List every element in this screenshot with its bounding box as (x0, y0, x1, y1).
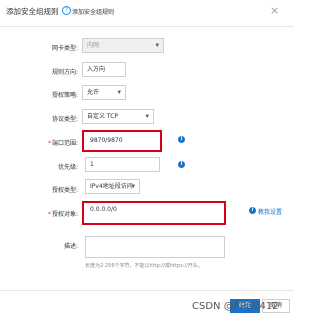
protocol-label: 协议类型: (51, 116, 78, 123)
auth-object-label: *授权对象: (8, 209, 78, 218)
priority-value: 1 (90, 161, 94, 168)
chevron-down-icon: ▼ (145, 114, 149, 119)
highlight-box-port-range (82, 130, 162, 152)
policy-select[interactable]: 允许 ▼ (82, 85, 126, 100)
close-icon[interactable]: × (270, 5, 279, 16)
auth-object-label-text: 授权对象: (51, 211, 78, 218)
priority-input[interactable]: 1 (85, 157, 160, 172)
chevron-down-icon: ▼ (155, 43, 159, 48)
help-icon[interactable]: ? (62, 6, 71, 15)
info-icon[interactable]: i (249, 207, 256, 214)
policy-value: 允许 (87, 89, 100, 96)
add-security-group-rule-dialog: 添加安全组规则 ? 添加安全组规则 × 网卡类型: 内网 ▼ 规则方向: 入方向… (0, 0, 294, 322)
chevron-down-icon: ▼ (131, 184, 135, 189)
dialog-header: 添加安全组规则 ? 添加安全组规则 × (0, 0, 294, 27)
description-label: 描述: (63, 243, 78, 250)
help-link[interactable]: 添加安全组规则 (72, 7, 114, 16)
protocol-value: 自定义 TCP (87, 113, 119, 120)
chevron-down-icon: ▼ (117, 90, 121, 95)
description-textarea[interactable] (85, 236, 225, 258)
description-hint: 长度为2-256个字符，不能以http://或https://开头。 (85, 263, 203, 269)
port-range-label-text: 端口范围: (51, 140, 78, 147)
teach-me-link[interactable]: 教我设置 (258, 207, 282, 216)
dialog-title: 添加安全组规则 (6, 7, 59, 16)
info-icon[interactable]: i (178, 161, 185, 168)
auth-type-select[interactable]: IPv4地址段访问 ▼ (85, 179, 140, 194)
nic-type-select: 内网 ▼ (82, 38, 164, 53)
port-range-label: *端口范围: (8, 138, 78, 147)
protocol-select[interactable]: 自定义 TCP ▼ (82, 109, 154, 124)
direction-label: 规则方向: (51, 69, 78, 76)
direction-value: 入方向 (87, 66, 106, 73)
required-mark: * (47, 140, 51, 147)
auth-type-value: IPv4地址段访问 (90, 183, 133, 190)
direction-select[interactable]: 入方向 (82, 62, 126, 77)
nic-type-label: 网卡类型: (51, 45, 78, 52)
nic-type-value: 内网 (87, 42, 100, 49)
priority-label: 优先级: (57, 164, 78, 171)
required-mark: * (47, 211, 51, 218)
highlight-box-auth-object (82, 201, 226, 225)
policy-label: 授权策略: (51, 92, 78, 99)
info-icon[interactable]: i (178, 136, 185, 143)
watermark: CSDN @PRC0412 (192, 301, 279, 312)
auth-type-label: 授权类型: (51, 187, 78, 194)
